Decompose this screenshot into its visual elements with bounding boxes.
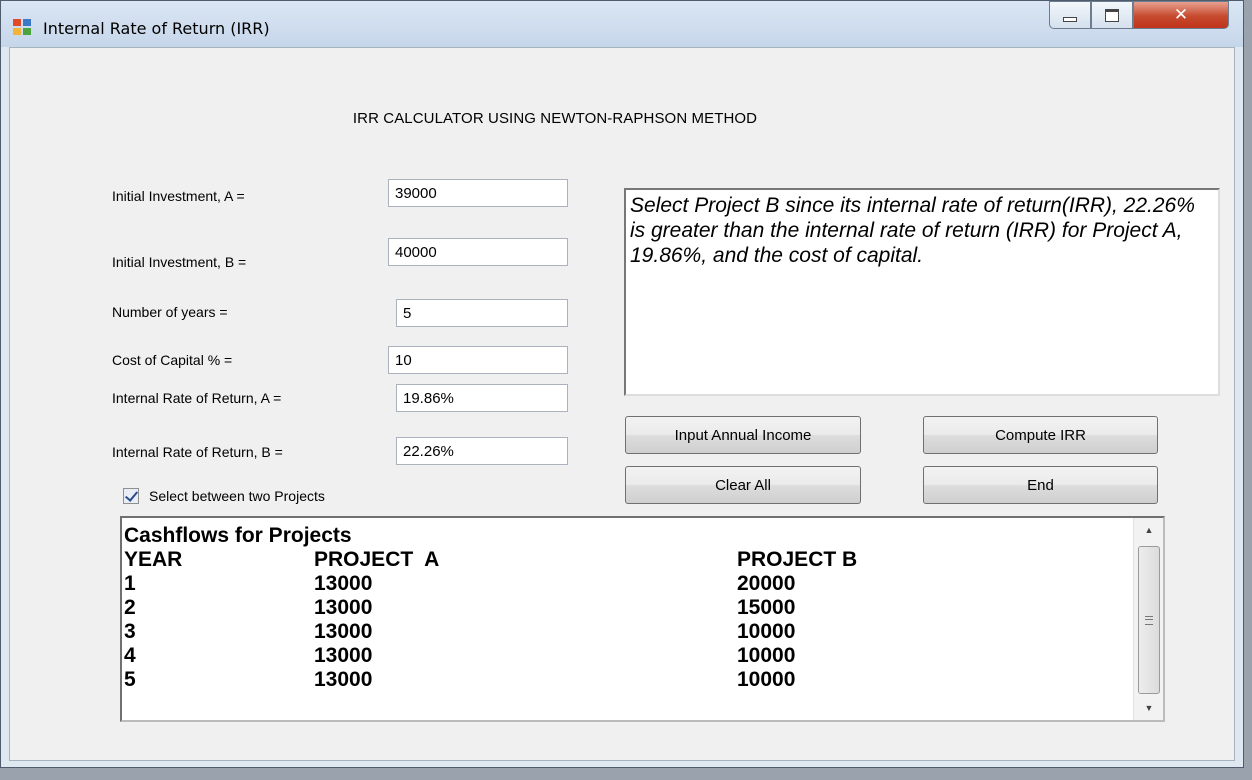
irr-b-label: Internal Rate of Return, B =	[112, 444, 283, 460]
list-item: 5 13000 10000	[124, 668, 1124, 692]
calculator-heading: IRR CALCULATOR USING NEWTON-RAPHSON METH…	[352, 110, 758, 127]
cashflows-lines: Cashflows for Projects YEAR PROJECT A PR…	[124, 524, 1124, 692]
project-b-cell: 15000	[737, 596, 796, 619]
year-cell: 2	[124, 596, 136, 619]
investment-a-input[interactable]: 39000	[388, 179, 568, 207]
project-a-header: PROJECT A	[314, 548, 440, 571]
grip-icon	[1145, 615, 1153, 625]
project-b-cell: 20000	[737, 572, 796, 595]
select-projects-checkbox[interactable]	[123, 488, 139, 504]
minimize-icon	[1063, 16, 1077, 22]
list-item: 2 13000 15000	[124, 596, 1124, 620]
window-title: Internal Rate of Return (IRR)	[43, 19, 270, 38]
compute-irr-button[interactable]: Compute IRR	[923, 416, 1158, 454]
scroll-down-arrow-icon[interactable]: ▼	[1134, 696, 1163, 720]
list-title-row: Cashflows for Projects	[124, 524, 1124, 548]
project-a-cell: 13000	[314, 644, 373, 667]
maximize-icon	[1105, 8, 1119, 22]
vertical-scrollbar[interactable]: ▲ ▼	[1133, 518, 1163, 720]
investment-b-label: Initial Investment, B =	[112, 254, 247, 270]
list-item: 1 13000 20000	[124, 572, 1124, 596]
cost-of-capital-label: Cost of Capital % =	[112, 352, 233, 368]
project-a-cell: 13000	[314, 668, 373, 691]
end-button[interactable]: End	[923, 466, 1158, 504]
project-a-cell: 13000	[314, 572, 373, 595]
recommendation-textbox[interactable]: Select Project B since its internal rate…	[624, 188, 1220, 396]
close-icon: ✕	[1173, 5, 1189, 25]
year-cell: 1	[124, 572, 136, 595]
project-b-cell: 10000	[737, 668, 796, 691]
investment-a-label: Initial Investment, A =	[112, 188, 245, 204]
scrollbar-thumb[interactable]	[1138, 546, 1160, 694]
input-annual-income-button[interactable]: Input Annual Income	[625, 416, 861, 454]
year-cell: 3	[124, 620, 136, 643]
irr-a-label: Internal Rate of Return, A =	[112, 390, 282, 406]
minimize-button[interactable]	[1049, 1, 1091, 29]
list-header-row: YEAR PROJECT A PROJECT B	[124, 548, 1124, 572]
application-window: Internal Rate of Return (IRR) ✕ IRR CALC…	[0, 0, 1244, 768]
project-a-cell: 13000	[314, 620, 373, 643]
years-label: Number of years =	[112, 304, 228, 320]
investment-b-input[interactable]: 40000	[388, 238, 568, 266]
title-bar[interactable]: Internal Rate of Return (IRR) ✕	[1, 1, 1243, 47]
project-b-cell: 10000	[737, 644, 796, 667]
cost-of-capital-input[interactable]: 10	[388, 346, 568, 374]
years-input[interactable]: 5	[396, 299, 568, 327]
irr-b-output[interactable]: 22.26%	[396, 437, 568, 465]
project-a-cell: 13000	[314, 596, 373, 619]
clear-all-button[interactable]: Clear All	[625, 466, 861, 504]
year-cell: 5	[124, 668, 136, 691]
app-window-icon[interactable]	[13, 19, 33, 37]
year-header: YEAR	[124, 548, 183, 571]
client-area: IRR CALCULATOR USING NEWTON-RAPHSON METH…	[9, 47, 1235, 761]
scroll-up-arrow-icon[interactable]: ▲	[1134, 518, 1163, 542]
project-b-cell: 10000	[737, 620, 796, 643]
list-item: 4 13000 10000	[124, 644, 1124, 668]
close-button[interactable]: ✕	[1133, 1, 1229, 29]
irr-a-output[interactable]: 19.86%	[396, 384, 568, 412]
year-cell: 4	[124, 644, 136, 667]
list-item: 3 13000 10000	[124, 620, 1124, 644]
cashflows-title: Cashflows for Projects	[124, 524, 352, 547]
project-b-header: PROJECT B	[737, 548, 858, 571]
cashflows-listbox[interactable]: Cashflows for Projects YEAR PROJECT A PR…	[120, 516, 1165, 722]
select-projects-label[interactable]: Select between two Projects	[149, 488, 325, 504]
maximize-button[interactable]	[1091, 1, 1133, 29]
